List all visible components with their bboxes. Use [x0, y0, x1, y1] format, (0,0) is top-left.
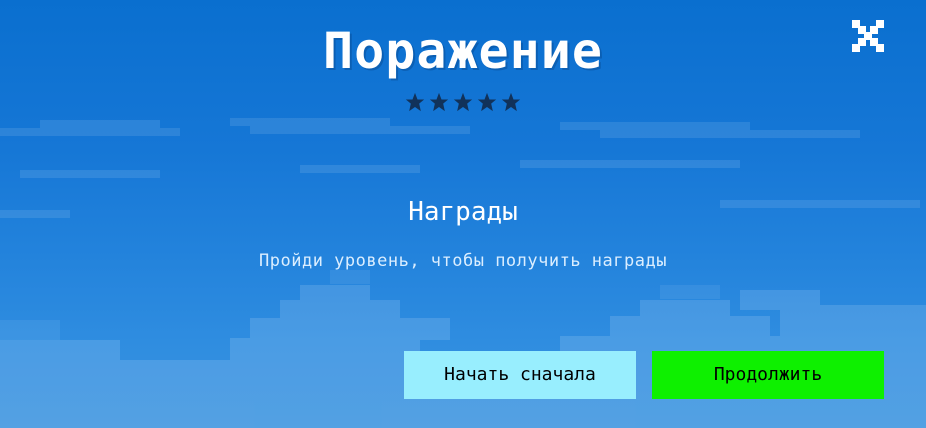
continue-button[interactable]: Продолжить [652, 351, 884, 399]
rewards-title: Награды [408, 197, 518, 227]
star-icon [429, 92, 449, 112]
star-icon [405, 92, 425, 112]
rewards-hint: Пройди уровень, чтобы получить награды [259, 251, 667, 271]
restart-button[interactable]: Начать сначала [404, 351, 636, 399]
star-rating [0, 92, 926, 112]
star-icon [501, 92, 521, 112]
star-icon [477, 92, 497, 112]
result-title: Поражение [323, 22, 603, 80]
star-icon [453, 92, 473, 112]
